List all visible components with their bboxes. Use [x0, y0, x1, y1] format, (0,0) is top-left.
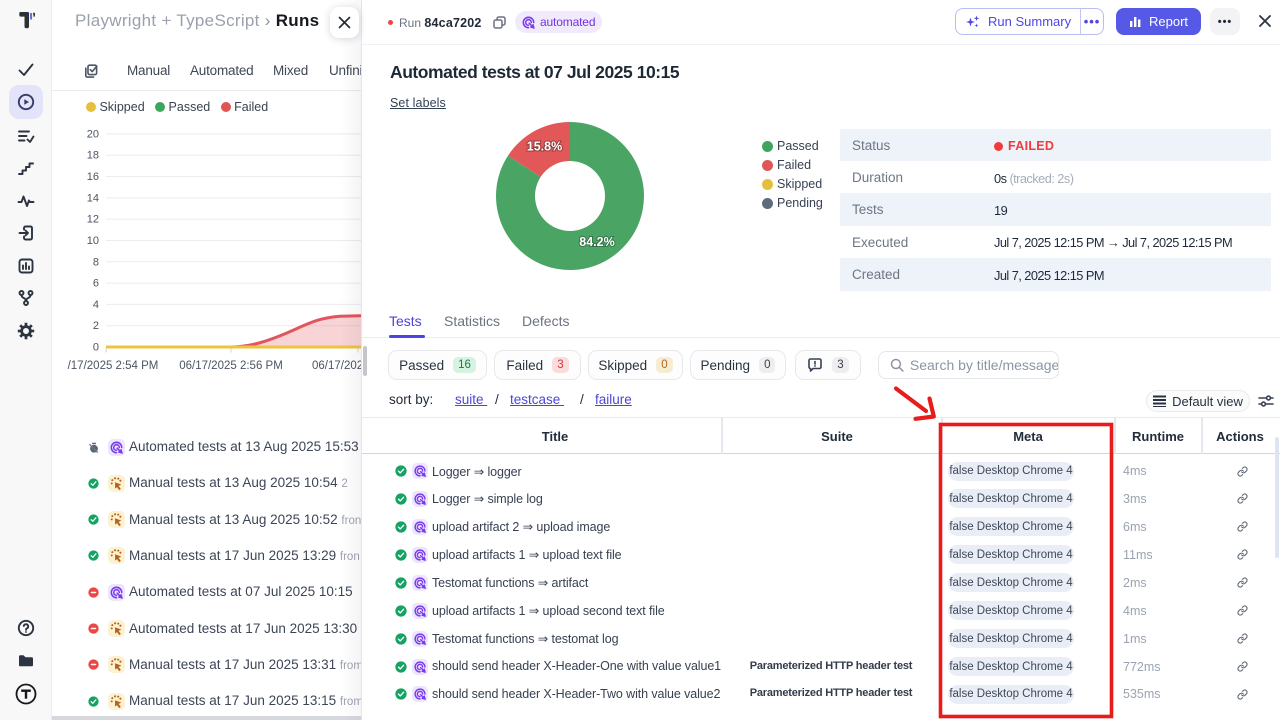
- svg-text:06/17/2025 2:56 PM: 06/17/2025 2:56 PM: [179, 360, 283, 372]
- svg-text:0: 0: [93, 342, 99, 354]
- svg-text:/17/2025 2:54 PM: /17/2025 2:54 PM: [68, 360, 159, 372]
- svg-text:12: 12: [87, 214, 99, 226]
- svg-text:2: 2: [93, 320, 99, 332]
- svg-text:4: 4: [93, 299, 99, 311]
- svg-text:10: 10: [87, 235, 99, 247]
- svg-text:84.2%: 84.2%: [579, 235, 614, 249]
- svg-text:14: 14: [87, 192, 99, 204]
- svg-text:6: 6: [93, 278, 99, 290]
- svg-text:16: 16: [87, 171, 99, 183]
- svg-text:06/17/2025 2:5: 06/17/2025 2:5: [312, 360, 361, 372]
- svg-text:20: 20: [87, 128, 99, 140]
- svg-text:18: 18: [87, 150, 99, 162]
- svg-text:8: 8: [93, 256, 99, 268]
- svg-text:15.8%: 15.8%: [527, 140, 562, 154]
